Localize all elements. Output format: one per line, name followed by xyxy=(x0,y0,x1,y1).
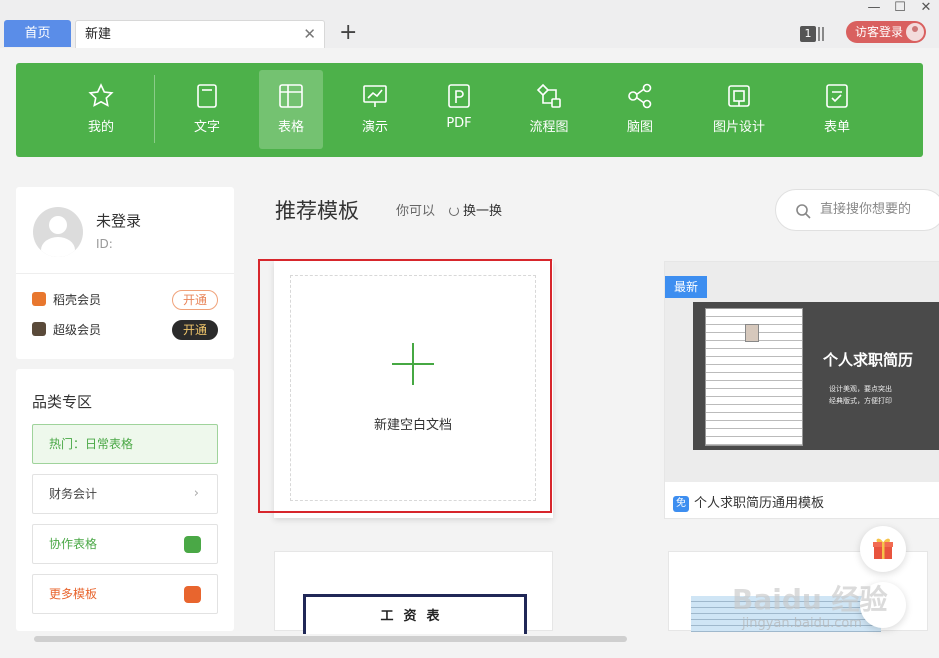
salary-thumbnail: 工资表 xyxy=(303,594,527,634)
watermark: Baidu 经验 xyxy=(732,583,888,616)
toolbar-item-pdf[interactable]: PDF xyxy=(427,70,491,149)
divider xyxy=(16,273,234,274)
toolbar-label: 演示 xyxy=(361,120,388,135)
toolbar-item-presentation[interactable]: 演示 xyxy=(343,70,407,149)
guest-login-button[interactable]: 访客登录 xyxy=(846,21,926,43)
docer-vip-icon xyxy=(32,292,46,306)
user-card: 未登录 ID: 稻壳会员 开通 超级会员 开通 xyxy=(16,187,234,359)
toolbar-item-form[interactable]: 表单 xyxy=(805,70,869,149)
super-vip-open-button[interactable]: 开通 xyxy=(172,320,218,340)
title-bar: 首页 新建 ✕ + 1 访客登录 — ☐ ✕ xyxy=(0,0,939,48)
toolbar-item-sheet[interactable]: 表格 xyxy=(259,70,323,149)
category-more-templates[interactable]: 更多模板 xyxy=(32,574,218,614)
tab-new-label: 新建 xyxy=(85,27,112,42)
category-title: 品类专区 xyxy=(32,393,93,411)
toolbar-label: 图片设计 xyxy=(712,120,765,135)
app-toolbar: 我的 文字 表格 演示 PDF 流程图 脑图 图片设计 表单 xyxy=(16,63,923,157)
tab-home[interactable]: 首页 xyxy=(4,20,71,47)
close-tab-icon[interactable]: ✕ xyxy=(303,21,316,48)
resume-caption: 免个人求职简历通用模板 xyxy=(673,492,824,512)
notification-badge[interactable]: 1 xyxy=(800,26,816,42)
resume-bullet: 设计美观，要点突出 xyxy=(829,385,892,393)
salary-title: 工资表 xyxy=(380,609,450,624)
user-name[interactable]: 未登录 xyxy=(96,210,141,231)
horizontal-scrollbar[interactable] xyxy=(34,636,627,642)
search-placeholder: 直接搜你想要的 xyxy=(820,202,912,217)
new-blank-card[interactable]: 新建空白文档 xyxy=(274,261,553,518)
resume-preview-title: 个人求职简历 xyxy=(823,351,914,369)
window-controls: — ☐ ✕ xyxy=(867,0,933,18)
tab-new[interactable]: 新建 ✕ xyxy=(75,20,325,48)
mindmap-icon xyxy=(628,83,652,109)
guest-login-label: 访客登录 xyxy=(855,25,904,39)
docer-vip-open-button[interactable]: 开通 xyxy=(172,290,218,310)
maximize-icon[interactable]: ☐ xyxy=(893,0,907,18)
toolbar-item-mindmap[interactable]: 脑图 xyxy=(608,70,672,149)
toolbar-item-image-design[interactable]: 图片设计 xyxy=(702,70,776,149)
free-badge: 免 xyxy=(673,496,689,512)
star-icon xyxy=(88,83,114,107)
gift-button[interactable] xyxy=(860,526,906,572)
toolbar-label: 流程图 xyxy=(529,120,569,135)
resume-bullet: 经典版式，方便打印 xyxy=(829,397,892,405)
avatar[interactable] xyxy=(33,207,83,257)
toolbar-label: 表格 xyxy=(277,120,304,135)
toolbar-divider xyxy=(154,75,155,143)
refresh-button[interactable]: 换一换 xyxy=(449,200,502,219)
add-tab-icon[interactable]: + xyxy=(339,20,357,46)
category-collab-sheets[interactable]: 协作表格 xyxy=(32,524,218,564)
toolbar-item-mine[interactable]: 我的 xyxy=(69,70,133,149)
pdf-icon xyxy=(448,84,470,108)
user-avatar-icon xyxy=(906,23,924,41)
presentation-icon xyxy=(363,85,387,107)
resume-template-card[interactable]: 个人求职简历 设计美观，要点突出 经典版式，方便打印 最新 免个人求职简历通用模… xyxy=(664,261,939,519)
new-blank-label: 新建空白文档 xyxy=(373,418,452,433)
form-icon xyxy=(826,84,848,108)
resume-thumbnail: 个人求职简历 设计美观，要点突出 经典版式，方便打印 最新 xyxy=(665,262,939,482)
new-blank-dashed-area: 新建空白文档 xyxy=(290,275,536,501)
salary-template-card[interactable]: 工资表 xyxy=(274,551,553,634)
page-title: 推荐模板 xyxy=(275,199,359,223)
toolbar-label: 我的 xyxy=(87,120,114,135)
toolbar-item-writer[interactable]: 文字 xyxy=(175,70,239,149)
category-hot-daily-sheets[interactable]: 热门：日常表格 xyxy=(32,424,218,464)
resume-caption-text: 个人求职简历通用模板 xyxy=(694,496,825,511)
vip-label: 超级会员 xyxy=(53,323,102,337)
watermark-url: jingyan.baidu.com xyxy=(742,616,862,631)
category-card: 品类专区 热门：日常表格 财务会计 › 协作表格 更多模板 xyxy=(16,369,234,631)
layers-icon xyxy=(184,536,201,553)
workspace-icon[interactable] xyxy=(818,27,824,41)
refresh-label: 换一换 xyxy=(463,204,503,219)
super-vip-icon xyxy=(32,322,46,336)
docer-icon xyxy=(184,586,201,603)
table-icon xyxy=(279,84,303,108)
refresh-icon xyxy=(449,206,459,216)
chevron-right-icon: › xyxy=(193,486,199,501)
toolbar-item-flowchart[interactable]: 流程图 xyxy=(517,70,581,149)
flowchart-icon xyxy=(536,83,561,108)
search-icon xyxy=(796,204,811,219)
toolbar-label: 文字 xyxy=(193,120,220,135)
category-label: 协作表格 xyxy=(49,537,98,551)
category-label: 财务会计 xyxy=(49,487,98,501)
document-icon xyxy=(197,84,217,108)
hint-text: 你可以 xyxy=(396,204,436,219)
search-input[interactable]: 直接搜你想要的 xyxy=(775,189,939,231)
resume-photo xyxy=(745,324,759,342)
gift-icon xyxy=(873,538,893,559)
toolbar-label: PDF xyxy=(446,116,472,131)
vip-label: 稻壳会员 xyxy=(53,293,102,307)
close-window-icon[interactable]: ✕ xyxy=(919,0,933,18)
category-finance[interactable]: 财务会计 › xyxy=(32,474,218,514)
image-design-icon xyxy=(728,85,750,107)
category-label: 更多模板 xyxy=(49,587,98,601)
toolbar-label: 脑图 xyxy=(626,120,653,135)
minimize-icon[interactable]: — xyxy=(867,0,881,18)
vip-row-docer: 稻壳会员 开通 xyxy=(32,290,218,310)
plus-icon-bar xyxy=(392,363,434,365)
user-id: ID: xyxy=(96,237,113,251)
vip-row-super: 超级会员 开通 xyxy=(32,320,218,340)
toolbar-label: 表单 xyxy=(823,120,850,135)
new-badge: 最新 xyxy=(665,276,707,298)
